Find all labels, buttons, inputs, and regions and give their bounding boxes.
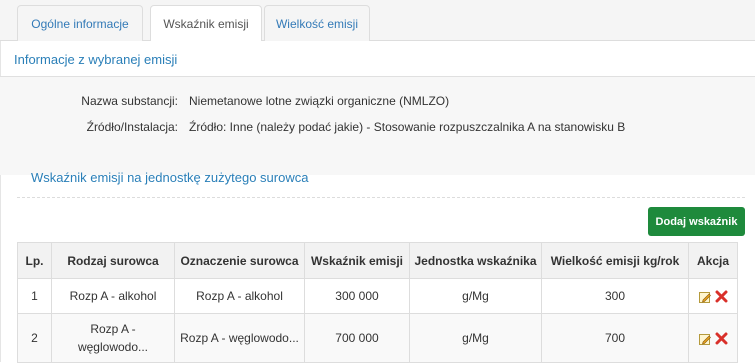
edit-icon[interactable]	[698, 333, 711, 345]
column-header[interactable]: Jednostka wskaźnika	[409, 242, 542, 279]
material-type-line: węglowodo...	[77, 340, 149, 354]
cell-material-code: Rozp A - alkohol	[174, 278, 305, 314]
divider-dashed	[17, 197, 745, 198]
column-header[interactable]: Wielkość emisji kg/rok	[541, 242, 689, 279]
cell-material-type: Rozp A - alkohol	[51, 278, 175, 314]
tab-emission-factor[interactable]: Wskaźnik emisji	[150, 5, 262, 42]
tab-emission-volume[interactable]: Wielkość emisji	[264, 5, 370, 41]
column-header: Akcja	[688, 242, 738, 279]
factor-section-title: Wskaźnik emisji na jednostkę zużytego su…	[31, 170, 309, 185]
table-row: 2 Rozp A - węglowodo... Rozp A - węglowo…	[17, 313, 738, 363]
cell-unit: g/Mg	[409, 278, 542, 314]
material-type-line: Rozp A -	[90, 322, 136, 336]
cell-volume: 700	[541, 313, 689, 363]
cell-volume: 300	[541, 278, 689, 314]
cell-material-type: Rozp A - węglowodo...	[51, 313, 175, 363]
substance-value: Niemetanowe lotne związki organiczne (NM…	[189, 94, 450, 108]
emission-factor-table: Lp. Rodzaj surowca Oznaczenie surowca Ws…	[17, 242, 738, 363]
delete-icon[interactable]	[715, 332, 728, 345]
substance-label: Nazwa substancji:	[81, 94, 178, 108]
cell-actions	[688, 278, 738, 314]
delete-icon[interactable]	[715, 290, 728, 303]
source-value: Źródło: Inne (należy podać jakie) - Stos…	[189, 120, 626, 134]
table-row: 1 Rozp A - alkohol Rozp A - alkohol 300 …	[17, 278, 738, 314]
tab-general-info[interactable]: Ogólne informacje	[17, 5, 143, 41]
column-header[interactable]: Oznaczenie surowca	[174, 242, 305, 279]
column-header[interactable]: Wskaźnik emisji	[304, 242, 410, 279]
add-factor-button[interactable]: Dodaj wskaźnik	[648, 207, 745, 236]
cell-actions	[688, 313, 738, 363]
cell-unit: g/Mg	[409, 313, 542, 363]
column-header[interactable]: Rodzaj surowca	[51, 242, 175, 279]
column-header[interactable]: Lp.	[17, 242, 52, 279]
cell-factor: 300 000	[304, 278, 410, 314]
table-header-row: Lp. Rodzaj surowca Oznaczenie surowca Ws…	[17, 242, 738, 279]
source-label: Źródło/Instalacja:	[86, 120, 178, 134]
cell-lp: 2	[17, 313, 52, 363]
cell-lp: 1	[17, 278, 52, 314]
cell-material-code: Rozp A - węglowodo...	[174, 313, 305, 363]
tab-bar: Ogólne informacje Wskaźnik emisji Wielko…	[0, 0, 755, 42]
cell-factor: 700 000	[304, 313, 410, 363]
edit-icon[interactable]	[698, 291, 711, 303]
info-section-title: Informacje z wybranej emisji	[14, 52, 178, 67]
